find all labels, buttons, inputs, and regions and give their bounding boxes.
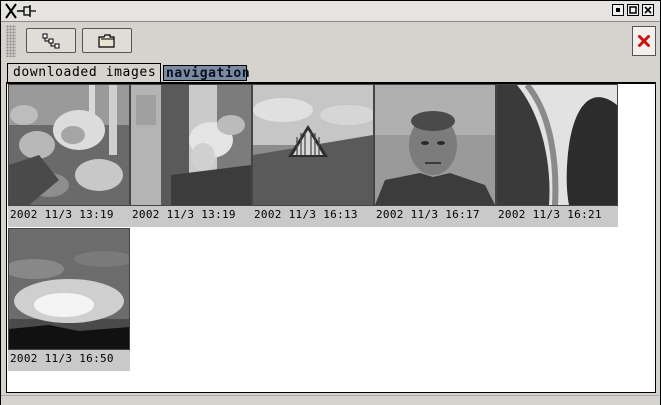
image-caption: 2002 11/3 13:19 xyxy=(10,208,114,221)
red-x-icon xyxy=(638,35,650,47)
tab-navigation[interactable]: navigation xyxy=(163,65,250,81)
connect-button[interactable] xyxy=(26,28,76,53)
image-caption: 2002 11/3 16:50 xyxy=(10,352,114,365)
x-pin-logo-icon xyxy=(5,3,36,19)
title-bar[interactable] xyxy=(1,1,660,22)
maximize-icon xyxy=(629,6,637,14)
thumbnail-image xyxy=(130,84,252,206)
open-folder-button[interactable] xyxy=(82,28,132,53)
image-thumbnail[interactable]: 2002 11/3 16:21 xyxy=(496,84,618,227)
image-thumbnail[interactable]: 2002 11/3 13:19 xyxy=(130,84,252,227)
image-thumbnail[interactable]: 2002 11/3 16:50 xyxy=(8,228,130,371)
minimize-icon xyxy=(616,8,620,12)
image-thumbnail[interactable]: 2002 11/3 16:13 xyxy=(252,84,374,227)
thumbnail-image xyxy=(496,84,618,206)
close-icon xyxy=(644,6,652,14)
thumbnail-image xyxy=(8,228,130,350)
image-thumbnail[interactable]: 2002 11/3 13:19 xyxy=(8,84,130,227)
thumbnail-image xyxy=(8,84,130,206)
minimize-button[interactable] xyxy=(612,4,624,16)
window-close-button[interactable] xyxy=(642,4,654,16)
image-grid: 2002 11/3 13:19 2002 11/3 13:19 2002 11/… xyxy=(6,82,656,393)
thumbnail-image xyxy=(252,84,374,206)
image-caption: 2002 11/3 16:13 xyxy=(254,208,358,221)
maximize-button[interactable] xyxy=(627,4,639,16)
network-tree-icon xyxy=(42,33,60,49)
status-bar xyxy=(1,395,660,405)
tab-bar: downloaded images navigation xyxy=(5,63,661,83)
folder-icon xyxy=(98,34,115,48)
thumbnail-image xyxy=(374,84,496,206)
tab-downloaded-images[interactable]: downloaded images xyxy=(7,63,161,83)
image-thumbnail[interactable]: 2002 11/3 16:17 xyxy=(374,84,496,227)
image-caption: 2002 11/3 16:17 xyxy=(376,208,480,221)
app-window: downloaded images navigation 2002 11/3 1… xyxy=(0,0,661,405)
toolbar xyxy=(2,23,659,59)
close-panel-button[interactable] xyxy=(632,26,656,56)
image-caption: 2002 11/3 13:19 xyxy=(132,208,236,221)
image-caption: 2002 11/3 16:21 xyxy=(498,208,602,221)
toolbar-grip[interactable] xyxy=(6,25,16,57)
